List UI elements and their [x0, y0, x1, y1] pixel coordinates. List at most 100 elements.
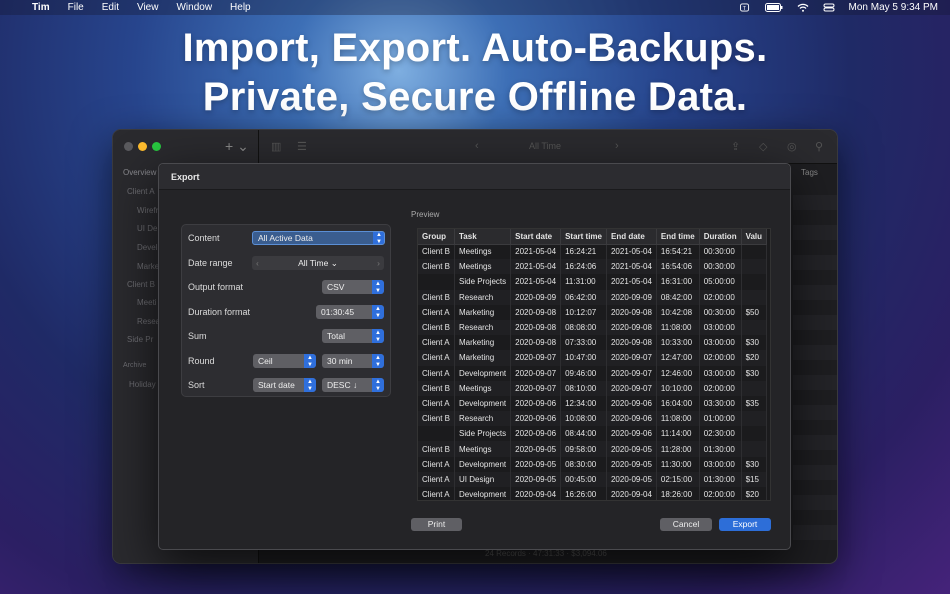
date-range-selector[interactable]: ‹ All Time ⌄ ›	[252, 256, 384, 270]
menu-file[interactable]: File	[68, 2, 84, 13]
share-icon[interactable]: ⇪	[731, 140, 740, 153]
duration-format-label: Duration format	[188, 307, 251, 317]
sidebar-group-client-a[interactable]: Client A	[127, 187, 155, 196]
round-interval-select[interactable]: 30 min ▲ ▼	[322, 354, 384, 368]
column-header[interactable]: Duration	[699, 229, 742, 245]
table-cell: Client A	[418, 395, 456, 412]
tag-icon[interactable]: ◇	[759, 140, 767, 153]
table-cell	[741, 289, 768, 305]
column-header[interactable]: Group	[418, 229, 456, 245]
chevron-left-icon[interactable]: ‹	[256, 256, 259, 270]
add-icon[interactable]: + ⌄	[225, 138, 249, 155]
table-cell: 2020-09-06	[510, 395, 562, 412]
sum-label: Sum	[188, 331, 207, 341]
menu-bar: Tim File Edit View Window Help T Mon May…	[0, 0, 950, 15]
chevron-right-icon[interactable]: ›	[377, 256, 380, 270]
output-format-select[interactable]: CSV ▲ ▼	[322, 280, 384, 294]
chevron-left-icon[interactable]: ‹	[475, 140, 479, 152]
maximize-window-button[interactable]	[152, 142, 161, 151]
table-cell: 06:42:00	[560, 289, 607, 305]
column-header[interactable]: End date	[606, 229, 657, 245]
table-cell: $35	[741, 395, 768, 412]
table-row: Client A Marketing 2020-09-08 10:12:07 2020-…	[418, 304, 768, 320]
dialog-title: Export	[171, 172, 200, 182]
duration-format-select[interactable]: 01:30:45 ▲ ▼	[316, 305, 384, 319]
toolbar-title[interactable]: All Time	[529, 141, 561, 151]
column-header[interactable]: Start time	[560, 229, 607, 245]
column-header[interactable]: Start date	[510, 229, 562, 245]
sidebar-item[interactable]: Meeti	[137, 298, 157, 307]
date-range-value[interactable]: All Time ⌄	[298, 258, 338, 268]
settings-icon[interactable]: ◎	[787, 140, 797, 153]
list-icon[interactable]: ☰	[297, 140, 307, 153]
sidebar-item[interactable]: Marke	[137, 262, 159, 271]
table-cell: 2020-09-08	[510, 335, 562, 351]
round-mode-select[interactable]: Ceil ▲ ▼	[253, 354, 316, 368]
column-header[interactable]: Task	[454, 229, 512, 245]
chevron-updown-icon: ▲ ▼	[372, 378, 384, 392]
minimize-window-button[interactable]	[138, 142, 147, 151]
table-cell: Research	[454, 411, 512, 427]
column-header[interactable]: Valu	[741, 229, 768, 245]
menu-app-name[interactable]: Tim	[32, 2, 50, 13]
menu-help[interactable]: Help	[230, 2, 251, 13]
table-cell: 10:47:00	[560, 350, 607, 366]
control-center-icon[interactable]	[823, 3, 835, 12]
search-icon[interactable]: ⚲	[815, 140, 823, 153]
table-cell: Client B	[418, 244, 456, 260]
export-options-panel: Content All Active Data ▲ ▼ Date range ‹ …	[181, 224, 391, 397]
table-cell: 2020-09-07	[510, 350, 562, 366]
table-cell: 16:54:21	[656, 244, 700, 260]
table-cell: 2020-09-05	[606, 456, 657, 472]
chevron-updown-icon: ▲ ▼	[372, 280, 384, 294]
sidebar-group-client-b[interactable]: Client B	[127, 280, 155, 289]
print-button[interactable]: Print	[411, 518, 462, 531]
table-cell: $30	[741, 456, 768, 472]
menu-window[interactable]: Window	[176, 2, 212, 13]
menubar-clock[interactable]: Mon May 5 9:34 PM	[849, 2, 938, 13]
column-header[interactable]: End time	[656, 229, 700, 245]
table-cell: 11:28:00	[656, 441, 700, 457]
sidebar-item[interactable]: Holiday	[129, 380, 156, 389]
chart-icon[interactable]: ▥	[271, 140, 281, 153]
preview-table-container[interactable]: Group Task Start date Start time End date End…	[417, 228, 771, 501]
table-cell: 2021-05-04	[510, 274, 562, 290]
option-sum: Sum Total ▲ ▼	[182, 324, 390, 348]
table-cell: 2020-09-09	[510, 289, 562, 305]
menu-edit[interactable]: Edit	[102, 2, 119, 13]
table-cell: 12:46:00	[656, 365, 700, 381]
table-cell: 2020-09-08	[606, 319, 657, 336]
table-cell: Client B	[418, 380, 456, 396]
sidebar-item[interactable]: UI De	[137, 224, 157, 233]
sidebar-item[interactable]: Wirefr	[137, 206, 158, 215]
table-cell	[741, 380, 768, 396]
chevron-right-icon[interactable]: ›	[615, 140, 619, 152]
sort-order-select[interactable]: DESC ↓ ▲ ▼	[322, 378, 384, 392]
content-select[interactable]: All Active Data ▲ ▼	[252, 231, 385, 245]
table-cell	[418, 274, 456, 290]
table-cell: 01:30:00	[699, 441, 742, 457]
cancel-button[interactable]: Cancel	[660, 518, 712, 531]
sum-select[interactable]: Total ▲ ▼	[322, 329, 384, 343]
round-label: Round	[188, 356, 215, 366]
table-cell: Client B	[418, 259, 456, 275]
table-cell: Marketing	[454, 335, 512, 351]
option-round: Round Ceil ▲ ▼ 30 min ▲ ▼	[182, 349, 390, 373]
sidebar-item[interactable]: Devel	[137, 243, 157, 252]
table-cell: Meetings	[454, 259, 512, 275]
sidebar-item[interactable]: Side Pr	[127, 335, 153, 344]
menu-view[interactable]: View	[137, 2, 159, 13]
table-cell: 12:34:00	[560, 395, 607, 412]
sidebar-item[interactable]: Resea	[137, 317, 160, 326]
wifi-icon[interactable]	[797, 3, 809, 12]
table-cell: Client A	[418, 335, 456, 351]
table-cell: 00:30:00	[699, 259, 742, 275]
battery-icon[interactable]	[764, 3, 783, 12]
close-window-button[interactable]	[124, 142, 133, 151]
timer-icon[interactable]: T	[739, 3, 751, 12]
sidebar-item-overview[interactable]: Overview	[123, 168, 156, 177]
sort-field-select[interactable]: Start date ▲ ▼	[253, 378, 316, 392]
export-button[interactable]: Export	[719, 518, 771, 531]
table-cell: Side Projects	[454, 426, 512, 442]
table-cell: Marketing	[454, 350, 512, 366]
